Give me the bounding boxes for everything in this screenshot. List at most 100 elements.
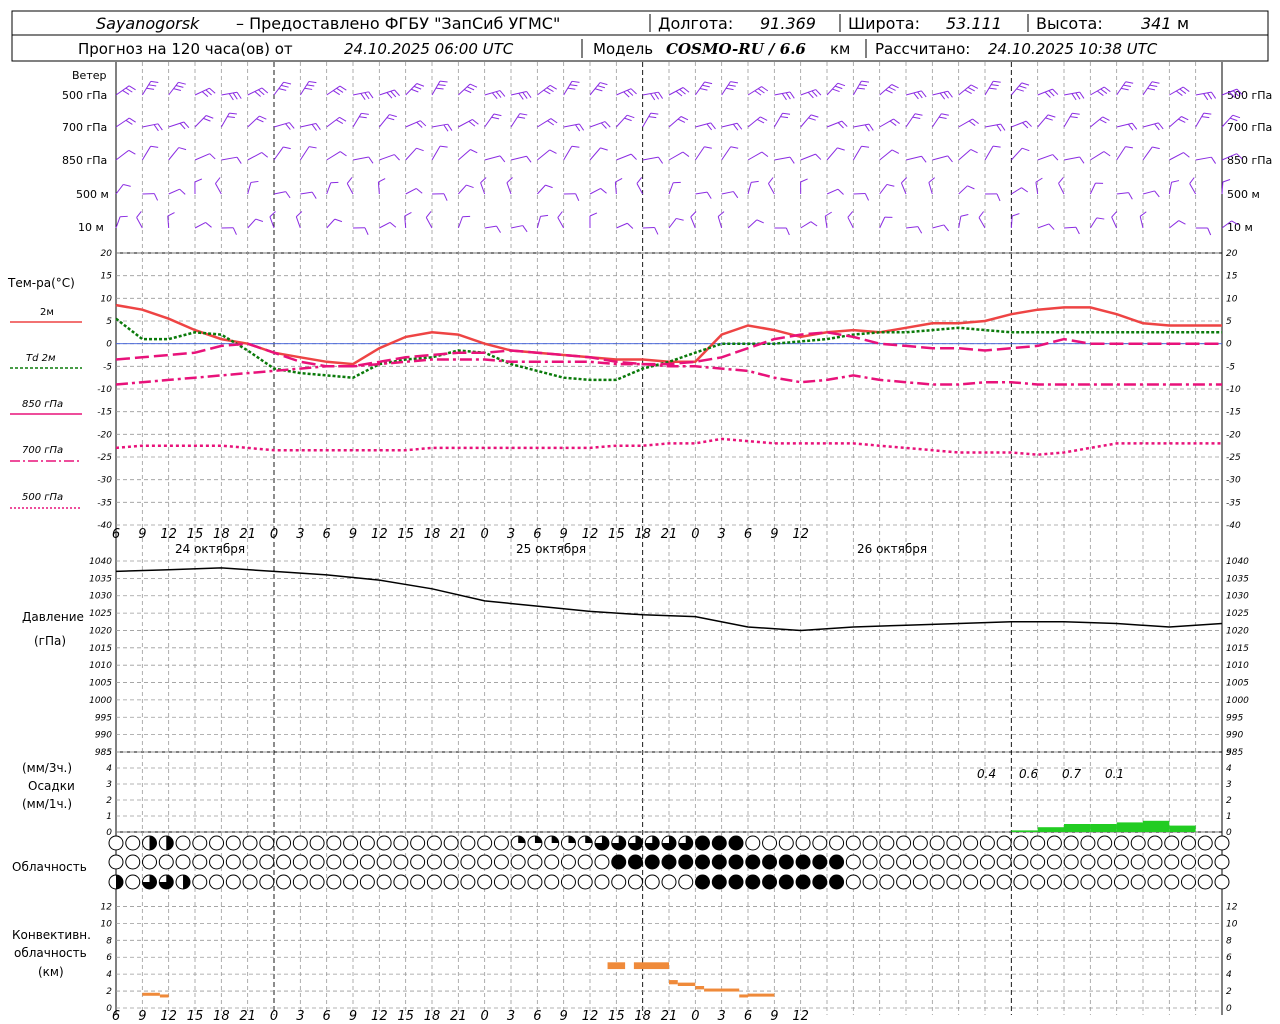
wind-barb xyxy=(1116,146,1134,161)
cloud-symbol xyxy=(259,874,275,890)
cloud-symbol xyxy=(209,835,225,851)
cloud-symbol xyxy=(661,835,677,851)
wind-barb-shaft xyxy=(747,182,752,195)
wind-barb xyxy=(457,83,478,96)
wind-barb-feather xyxy=(1152,146,1160,150)
x-tick-label-bottom: 9 xyxy=(560,1009,568,1024)
wind-barb-feather xyxy=(768,177,774,184)
wind-barb-feather xyxy=(368,91,374,99)
wind-barb-feather xyxy=(1075,92,1081,100)
wind-barb-feather xyxy=(1079,156,1085,164)
cloud-symbol xyxy=(678,835,694,851)
wind-barb-shaft xyxy=(695,191,708,195)
wind-barb xyxy=(958,118,979,128)
wind-barb-feather xyxy=(404,212,412,217)
wind-barb xyxy=(194,178,203,195)
cloud-symbol xyxy=(946,874,962,890)
cloud-symbol xyxy=(795,835,811,851)
cloud-symbol xyxy=(946,835,962,851)
wind-barb-feather xyxy=(1154,190,1160,198)
wind-barb-shaft xyxy=(847,217,854,229)
wind-barb-feather xyxy=(947,90,953,98)
wind-barb xyxy=(747,86,769,96)
x-tick-label-bottom: 21 xyxy=(450,1009,467,1024)
wind-barb xyxy=(1195,91,1217,101)
wind-barb xyxy=(1037,223,1055,230)
wind-barb-feather xyxy=(123,183,131,187)
cloud-circle xyxy=(259,854,275,870)
wind-barb xyxy=(1142,190,1160,198)
wind-barb xyxy=(1090,116,1110,128)
wind-barb-shaft xyxy=(773,112,783,128)
wind-barb xyxy=(721,81,739,96)
cloud-symbol xyxy=(695,874,711,890)
wind-barb-feather xyxy=(789,156,795,164)
wind-barb xyxy=(1142,81,1160,96)
cloud-circle xyxy=(259,874,275,890)
cloud-fill-full xyxy=(712,836,727,850)
y-tick-label: 3 xyxy=(106,780,112,790)
wind-barb xyxy=(1116,192,1133,200)
cloud-fill-full xyxy=(678,855,693,869)
cloud-symbol xyxy=(963,874,979,890)
cloud-fill-full xyxy=(796,875,811,889)
wind-barb xyxy=(431,193,448,201)
wind-barb-feather xyxy=(1222,179,1231,183)
place-name: Sayanogorsk xyxy=(96,14,200,33)
wind-barb-feather xyxy=(996,124,1002,132)
wind-barb-feather xyxy=(992,145,1001,148)
conv-title-3: (км) xyxy=(38,965,64,979)
y-tick-label: 10 xyxy=(101,919,113,929)
forecast-prefix: Прогноз на 120 часа(ов) от xyxy=(78,40,293,58)
wind-barb-feather xyxy=(1171,180,1180,183)
wind-barb-feather xyxy=(704,146,712,149)
cloud-symbol xyxy=(410,854,426,870)
wind-barb-feather xyxy=(462,215,471,218)
wind-barb-shaft xyxy=(300,191,313,195)
cloud-symbol xyxy=(426,874,442,890)
conv-cloud-segment xyxy=(142,992,160,996)
cloud-circle xyxy=(242,835,258,851)
wind-barb-shaft xyxy=(931,113,942,128)
wind-barb xyxy=(247,180,259,195)
wind-barb-feather xyxy=(526,155,532,163)
cloud-circle xyxy=(946,835,962,851)
cloud-circle xyxy=(1214,854,1230,870)
wind-barb-feather xyxy=(947,155,953,163)
cloud-circle xyxy=(912,874,928,890)
alt-label: Высота: xyxy=(1036,14,1103,33)
wind-barb-shaft xyxy=(273,146,284,161)
wind-barb xyxy=(352,91,374,100)
cloud-circle xyxy=(393,835,409,851)
cloud-symbol xyxy=(1046,854,1062,870)
wind-barb xyxy=(215,177,222,195)
cloud-circle xyxy=(1180,874,1196,890)
cloud-symbol xyxy=(426,854,442,870)
cloud-symbol xyxy=(359,854,375,870)
x-tick-label-bottom: 18 xyxy=(424,1009,441,1024)
cloud-symbol xyxy=(678,874,694,890)
wind-barb xyxy=(326,181,339,195)
wind-level-700hpa: 700 гПа xyxy=(62,121,107,134)
cloud-circle xyxy=(996,854,1012,870)
wind-level-10m-right: 10 м xyxy=(1227,221,1253,234)
precip-bar xyxy=(1064,824,1091,832)
cloud-symbol xyxy=(912,835,928,851)
wind-barb xyxy=(115,149,136,161)
wind-barb-shaft xyxy=(1195,112,1205,128)
wind-barb-feather xyxy=(600,188,607,194)
temp-title: Тем-ра(°C) xyxy=(7,276,75,290)
cloud-circle xyxy=(125,835,141,851)
cloud-symbol xyxy=(1013,835,1029,851)
wind-barb xyxy=(1010,213,1020,229)
cloud-circle xyxy=(1063,854,1079,870)
wind-barb-feather xyxy=(706,191,712,199)
wind-barb-feather xyxy=(756,219,764,224)
lat-label: Широта: xyxy=(848,14,920,33)
wind-barb-feather xyxy=(495,91,502,98)
cloud-symbol xyxy=(795,874,811,890)
y-tick-label: 20 xyxy=(101,249,113,259)
cloud-symbol xyxy=(359,874,375,890)
cloud-circle xyxy=(812,835,828,851)
legend-850: 850 гПа xyxy=(22,399,63,410)
